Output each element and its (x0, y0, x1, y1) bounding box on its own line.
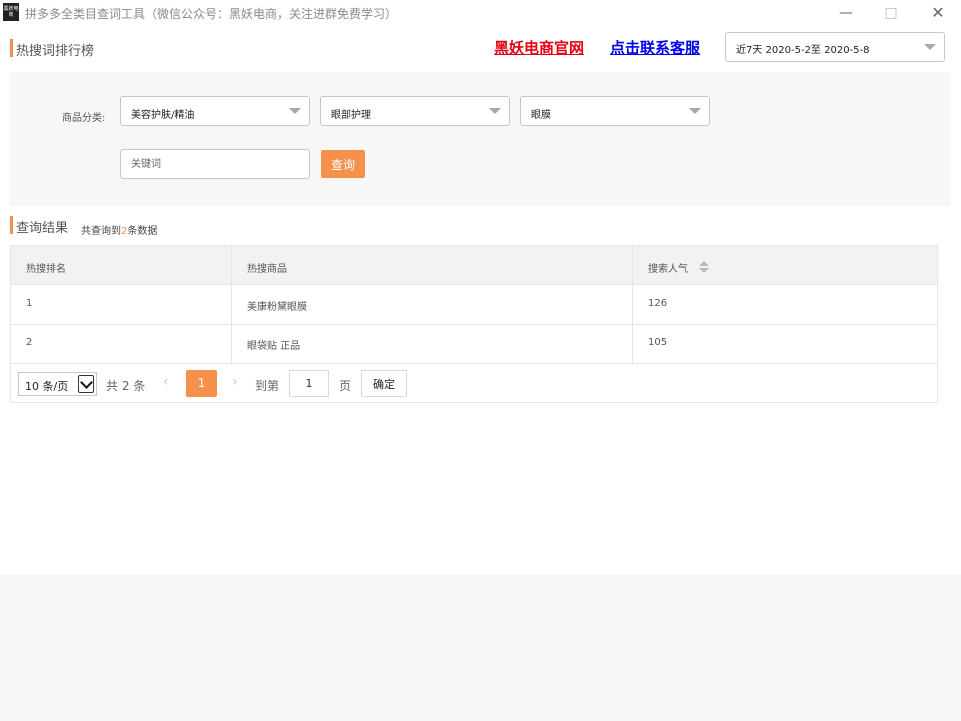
category-select-3-value: 眼膜 (531, 110, 551, 121)
chevron-down-icon (289, 108, 301, 114)
column-header-rank: 热搜排名 (26, 264, 66, 275)
app-window: 黑妖电商 拼多多全类目查词工具（微信公众号：黑妖电商，关注进群免费学习） — □… (0, 0, 961, 575)
window-title: 拼多多全类目查词工具（微信公众号：黑妖电商，关注进群免费学习） (25, 7, 398, 21)
page-unit-label: 页 (339, 379, 352, 393)
contact-service-link[interactable]: 点击联系客服 (610, 37, 700, 58)
row-popularity: 126 (648, 298, 668, 309)
chevron-down-icon[interactable] (78, 375, 94, 393)
column-header-popularity[interactable]: 搜索人气 (648, 260, 688, 275)
row-divider (11, 324, 937, 325)
title-bar: 黑妖电商 拼多多全类目查词工具（微信公众号：黑妖电商，关注进群免费学习） — □… (0, 0, 961, 28)
page-title: 热搜词排行榜 (16, 44, 95, 59)
sort-ascending-icon[interactable] (699, 261, 709, 266)
page-size-select[interactable]: 10 条/页 (18, 372, 97, 396)
app-logo-icon: 黑妖电商 (3, 3, 19, 21)
keyword-input[interactable] (120, 149, 310, 179)
category-select-3[interactable]: 眼膜 (520, 96, 710, 126)
pagination-total: 共 2 条 (106, 379, 146, 393)
chevron-down-icon (689, 108, 701, 114)
results-title: 查询结果 (16, 221, 69, 236)
category-select-2-value: 眼部护理 (331, 110, 371, 121)
sort-icon[interactable] (699, 261, 709, 273)
category-select-1[interactable]: 美容护肤/精油 (120, 96, 310, 126)
category-label: 商品分类: (62, 113, 106, 124)
app-logo-text: 黑妖电商 (3, 6, 19, 18)
result-count: 共查询到2条数据 (81, 222, 157, 237)
official-site-link[interactable]: 黑妖电商官网 (494, 37, 584, 58)
column-header-product: 热搜商品 (247, 264, 287, 275)
column-divider (231, 246, 232, 363)
category-select-1-value: 美容护肤/精油 (131, 110, 195, 121)
row-product: 眼袋贴 正品 (247, 341, 301, 352)
section-accent-bar (10, 216, 13, 234)
goto-label: 到第 (255, 379, 280, 393)
section-accent-bar (10, 39, 13, 57)
prev-page-icon[interactable]: ‹ (163, 374, 169, 390)
row-rank: 1 (26, 298, 33, 309)
chevron-down-icon (924, 44, 936, 50)
page-button-current[interactable]: 1 (186, 370, 217, 397)
table-header: 热搜排名 热搜商品 搜索人气 (11, 246, 937, 285)
goto-page-input[interactable] (289, 370, 329, 397)
row-product: 美康粉黛眼膜 (247, 302, 307, 313)
next-page-icon[interactable]: › (232, 374, 238, 390)
query-button[interactable]: 查询 (321, 150, 365, 178)
row-popularity: 105 (648, 337, 668, 348)
category-select-2[interactable]: 眼部护理 (320, 96, 510, 126)
close-button[interactable]: ✕ (928, 4, 948, 22)
date-range-select[interactable]: 近7天 2020-5-2至 2020-5-8 (725, 32, 945, 62)
sort-descending-icon[interactable] (699, 268, 709, 273)
date-range-value: 近7天 2020-5-2至 2020-5-8 (736, 45, 870, 56)
result-count-suffix: 条数据 (127, 226, 158, 237)
result-count-prefix: 共查询到 (81, 226, 121, 237)
results-table: 热搜排名 热搜商品 搜索人气 1 美康粉黛眼膜 126 2 眼袋贴 正品 105… (10, 245, 938, 403)
row-rank: 2 (26, 337, 33, 348)
row-divider (11, 363, 937, 364)
column-divider (632, 246, 633, 363)
minimize-button[interactable]: — (836, 4, 856, 22)
filter-panel: 商品分类: 美容护肤/精油 眼部护理 眼膜 查询 (10, 72, 950, 206)
chevron-down-icon (489, 108, 501, 114)
page-size-value: 10 条/页 (25, 380, 69, 393)
maximize-button[interactable]: □ (881, 4, 901, 22)
goto-confirm-button[interactable]: 确定 (361, 370, 407, 397)
